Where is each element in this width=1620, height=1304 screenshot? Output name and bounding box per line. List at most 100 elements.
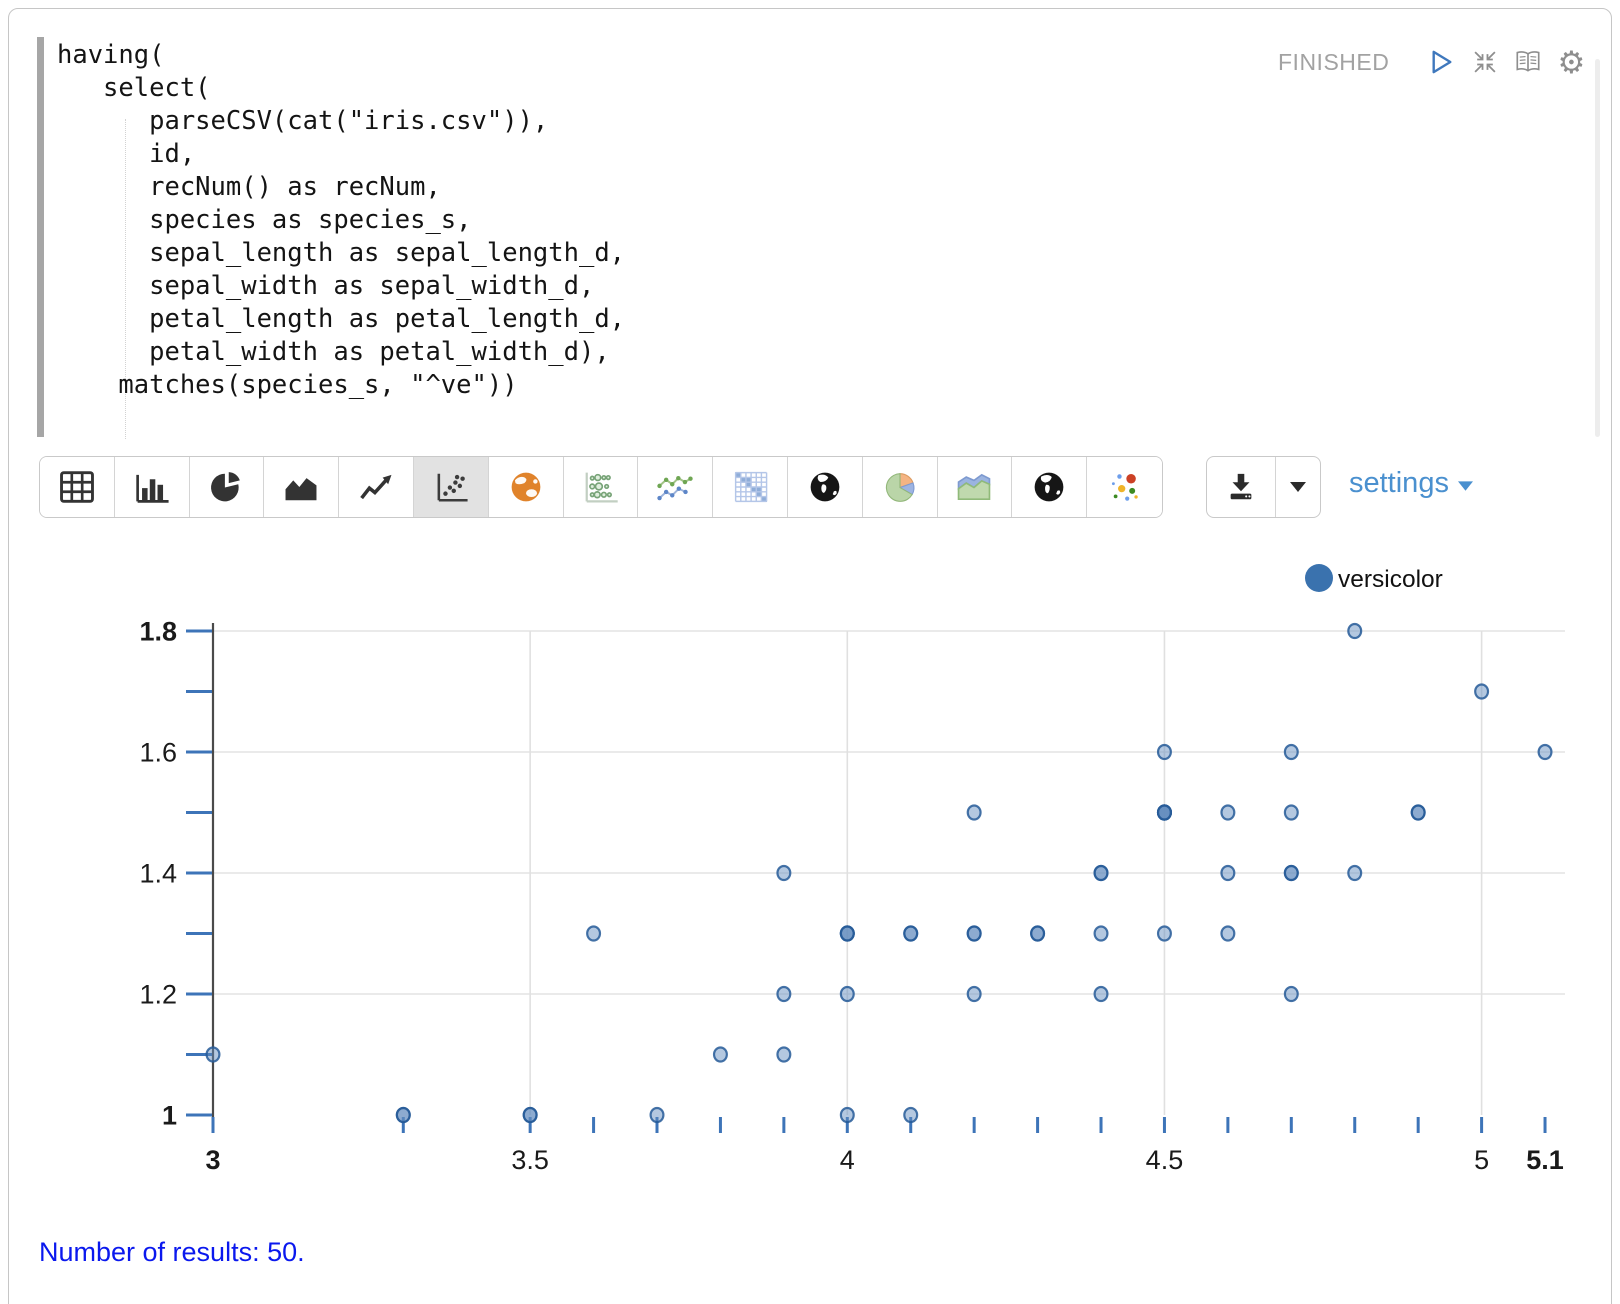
scatter-point[interactable] [777, 1048, 790, 1062]
x-axis-tick-label: 5 [1474, 1145, 1489, 1175]
chart-type-button-globe-dark[interactable] [788, 457, 863, 517]
scatter-point[interactable] [1285, 745, 1298, 759]
scatter-point[interactable] [651, 1108, 664, 1122]
x-axis-tick-label: 4 [840, 1145, 855, 1175]
legend-dot [1305, 564, 1333, 592]
scatter-point[interactable] [777, 987, 790, 1001]
motion-chart-icon [1104, 469, 1146, 505]
scatter-point[interactable] [1158, 745, 1171, 759]
gear-icon[interactable]: ⚙ [1555, 46, 1587, 78]
scatter-point[interactable] [397, 1108, 410, 1122]
chart-type-button-scatter-chart[interactable] [414, 457, 489, 517]
caret-down-icon [1458, 481, 1473, 491]
scatter-point[interactable] [524, 1108, 537, 1122]
scatter-point[interactable] [904, 927, 917, 941]
chart-type-button-globe-dark2[interactable] [1012, 457, 1087, 517]
paragraph-status-row: FINISHED [1278, 45, 1587, 79]
scatter-point[interactable] [1285, 866, 1298, 880]
y-axis-tick-label: 1.6 [139, 738, 177, 768]
download-split-button [1206, 456, 1321, 518]
scatter-point[interactable] [841, 927, 854, 941]
y-axis-tick-label: 1.2 [139, 980, 177, 1010]
globe-dark2-icon [1028, 469, 1070, 505]
x-axis-tick-label: 5.1 [1526, 1145, 1564, 1175]
x-axis-tick-label: 3.5 [511, 1145, 549, 1175]
scatter-point[interactable] [1539, 745, 1552, 759]
scatter-point[interactable] [904, 1108, 917, 1122]
results-count-text: Number of results: 50. [39, 1237, 305, 1268]
scatter-point[interactable] [968, 927, 981, 941]
chart-type-toolbar [39, 456, 1163, 518]
chart-type-button-bubble-chart[interactable] [564, 457, 639, 517]
download-icon [1224, 471, 1258, 503]
editor-scrollbar[interactable] [1595, 59, 1600, 437]
chart-type-button-pie-pastel[interactable] [863, 457, 938, 517]
chart-type-button-pie-chart[interactable] [190, 457, 265, 517]
caret-down-icon [1290, 482, 1306, 492]
y-axis-labels: 11.21.41.61.8 [139, 617, 177, 1131]
scatter-point[interactable] [1412, 806, 1425, 820]
pie-pastel-icon [879, 469, 921, 505]
chart-type-button-area-pastel[interactable] [938, 457, 1013, 517]
scatter-point[interactable] [1158, 806, 1171, 820]
download-options-button[interactable] [1276, 457, 1320, 517]
y-axis-tick-label: 1.4 [139, 859, 177, 889]
status-label: FINISHED [1278, 49, 1389, 76]
scatter-point[interactable] [968, 806, 981, 820]
scatter-point[interactable] [1221, 866, 1234, 880]
point-line-chart-icon [654, 469, 696, 505]
chart-type-button-area-chart[interactable] [264, 457, 339, 517]
chart-type-button-globe-map[interactable] [489, 457, 564, 517]
editor-gutter-bar [37, 37, 44, 437]
download-button[interactable] [1207, 457, 1276, 517]
bubble-chart-icon [579, 469, 621, 505]
scatter-point[interactable] [714, 1048, 727, 1062]
scatter-point[interactable] [1158, 927, 1171, 941]
scatter-point[interactable] [841, 987, 854, 1001]
scatter-chart-icon [430, 469, 472, 505]
scatter-point[interactable] [1348, 624, 1361, 638]
x-axis-labels: 33.544.555.1 [205, 1145, 1563, 1175]
scatter-point[interactable] [1095, 927, 1108, 941]
chart-legend: versicolor [1305, 564, 1443, 593]
matrix-chart-icon [729, 469, 771, 505]
notebook-page: having( select( parseCSV(cat("iris.csv")… [0, 0, 1620, 1304]
scatter-point[interactable] [1221, 806, 1234, 820]
scatter-point[interactable] [1285, 987, 1298, 1001]
scatter-point[interactable] [1095, 866, 1108, 880]
scatter-point[interactable] [1475, 685, 1488, 699]
collapse-icon[interactable] [1469, 46, 1501, 78]
y-axis-tick-label: 1.8 [139, 617, 177, 647]
chart-type-button-line-chart[interactable] [339, 457, 414, 517]
globe-map-icon [505, 469, 547, 505]
chart-type-button-motion-chart[interactable] [1087, 457, 1162, 517]
chart-type-button-bar-chart[interactable] [115, 457, 190, 517]
scatter-point[interactable] [841, 1108, 854, 1122]
scatter-point[interactable] [1095, 987, 1108, 1001]
settings-dropdown[interactable]: settings [1349, 467, 1473, 500]
settings-label: settings [1349, 467, 1449, 500]
scatter-point[interactable] [1031, 927, 1044, 941]
scatter-point[interactable] [1221, 927, 1234, 941]
scatter-point[interactable] [777, 866, 790, 880]
globe-dark-icon [804, 469, 846, 505]
run-play-icon[interactable] [1426, 46, 1458, 78]
chart-type-button-table[interactable] [40, 457, 115, 517]
bar-chart-icon [131, 469, 173, 505]
scatter-point[interactable] [1285, 806, 1298, 820]
x-axis-tick-label: 4.5 [1146, 1145, 1184, 1175]
legend-label[interactable]: versicolor [1338, 566, 1443, 593]
area-pastel-icon [953, 469, 995, 505]
area-chart-icon [280, 469, 322, 505]
scatter-point[interactable] [207, 1048, 220, 1062]
chart-type-button-point-line-chart[interactable] [638, 457, 713, 517]
code-editor[interactable]: having( select( parseCSV(cat("iris.csv")… [57, 39, 625, 402]
scatter-point[interactable] [587, 927, 600, 941]
book-icon[interactable] [1512, 46, 1544, 78]
scatter-point[interactable] [968, 987, 981, 1001]
line-chart-icon [355, 469, 397, 505]
table-icon [56, 469, 98, 505]
pie-chart-icon [205, 469, 247, 505]
scatter-point[interactable] [1348, 866, 1361, 880]
chart-type-button-matrix-chart[interactable] [713, 457, 788, 517]
